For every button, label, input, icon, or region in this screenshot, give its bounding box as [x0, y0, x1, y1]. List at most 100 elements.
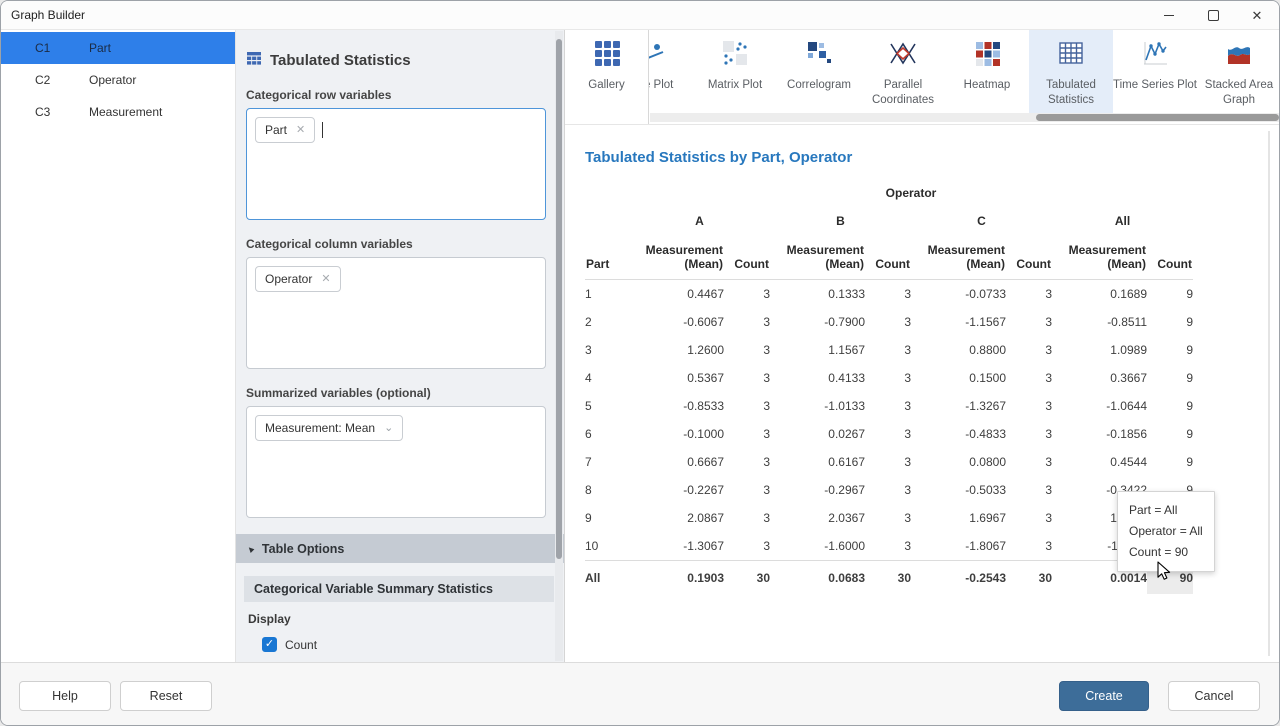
value-cell[interactable]: -0.2967	[770, 476, 865, 504]
value-cell[interactable]: -1.6000	[770, 532, 865, 561]
categorical-column-variables-input[interactable]: Operator✕	[246, 257, 546, 369]
create-button[interactable]: Create	[1059, 681, 1149, 711]
value-cell[interactable]: 3	[865, 308, 911, 336]
value-cell[interactable]: 0.4544	[1052, 448, 1147, 476]
row-label-cell[interactable]: All	[585, 561, 629, 595]
preview-scrollbar-track[interactable]	[1268, 131, 1270, 656]
value-cell[interactable]: 9	[1147, 280, 1193, 309]
value-cell[interactable]: 3	[724, 280, 770, 309]
value-cell[interactable]: 9	[1147, 336, 1193, 364]
gallery-item-tabulated-statistics[interactable]: Tabulated Statistics	[1029, 30, 1113, 114]
value-cell[interactable]: 3	[865, 504, 911, 532]
value-cell[interactable]: 3	[865, 420, 911, 448]
value-cell[interactable]: -1.0133	[770, 392, 865, 420]
gallery-item-stacked-area-graph[interactable]: Stacked Area Graph	[1197, 30, 1279, 114]
value-cell[interactable]: 3	[724, 364, 770, 392]
value-cell[interactable]: 3	[1006, 308, 1052, 336]
value-cell[interactable]: -0.6067	[629, 308, 724, 336]
gallery-item-parallel-coordinates[interactable]: Parallel Coordinates	[861, 30, 945, 114]
value-cell[interactable]: 1.2600	[629, 336, 724, 364]
value-cell[interactable]: 1.0989	[1052, 336, 1147, 364]
value-cell[interactable]: -1.3067	[629, 532, 724, 561]
value-cell[interactable]: 3	[724, 532, 770, 561]
value-cell[interactable]: 2.0867	[629, 504, 724, 532]
table-options-header[interactable]: ▲ Table Options	[236, 534, 564, 563]
gallery-item-gallery[interactable]: Gallery	[565, 30, 649, 124]
value-cell[interactable]: 0.0683	[770, 561, 865, 595]
categorical-row-variables-input[interactable]: Part✕	[246, 108, 546, 220]
gallery-item-time-series-plot[interactable]: Time Series Plot	[1113, 30, 1197, 114]
variable-chip-operator[interactable]: Operator✕	[255, 266, 341, 292]
value-cell[interactable]: -0.8533	[629, 392, 724, 420]
help-button[interactable]: Help	[19, 681, 111, 711]
value-cell[interactable]: -0.2267	[629, 476, 724, 504]
variable-chip-measurement-mean[interactable]: Measurement: Mean⌄	[255, 415, 403, 441]
value-cell[interactable]: -1.3267	[911, 392, 1006, 420]
value-cell[interactable]: 3	[1006, 280, 1052, 309]
value-cell[interactable]: 9	[1147, 448, 1193, 476]
panel-scrollbar[interactable]	[555, 31, 563, 661]
close-button[interactable]: ✕	[1235, 1, 1279, 29]
value-cell[interactable]: 0.6667	[629, 448, 724, 476]
value-cell[interactable]: 30	[1006, 561, 1052, 595]
value-cell[interactable]: -1.0644	[1052, 392, 1147, 420]
value-cell[interactable]: 0.1689	[1052, 280, 1147, 309]
gallery-scrollbar[interactable]	[650, 113, 1279, 122]
row-label-cell[interactable]: 7	[585, 448, 629, 476]
value-cell[interactable]: 9	[1147, 392, 1193, 420]
remove-chip-icon[interactable]: ✕	[321, 274, 330, 285]
row-label-cell[interactable]: 8	[585, 476, 629, 504]
value-cell[interactable]: 3	[865, 336, 911, 364]
value-cell[interactable]: 0.1333	[770, 280, 865, 309]
value-cell[interactable]: 0.5367	[629, 364, 724, 392]
value-cell[interactable]: 3	[724, 336, 770, 364]
value-cell[interactable]: 3	[724, 504, 770, 532]
value-cell[interactable]: 3	[724, 308, 770, 336]
value-cell[interactable]: 3	[1006, 392, 1052, 420]
value-cell[interactable]: 0.8800	[911, 336, 1006, 364]
value-cell[interactable]: -0.5033	[911, 476, 1006, 504]
row-label-cell[interactable]: 3	[585, 336, 629, 364]
gallery-scrollbar-thumb[interactable]	[1036, 114, 1279, 121]
row-label-cell[interactable]: 5	[585, 392, 629, 420]
sidebar-item-operator[interactable]: C2Operator	[1, 64, 235, 96]
value-cell[interactable]: 0.3667	[1052, 364, 1147, 392]
value-cell[interactable]: 3	[865, 392, 911, 420]
gallery-item-line-plot[interactable]: Line Plot	[649, 30, 693, 114]
value-cell[interactable]: 30	[865, 561, 911, 595]
value-cell[interactable]: -0.1856	[1052, 420, 1147, 448]
value-cell[interactable]: 3	[1006, 336, 1052, 364]
variable-chip-part[interactable]: Part✕	[255, 117, 315, 143]
maximize-button[interactable]	[1191, 1, 1235, 29]
value-cell[interactable]: 0.0267	[770, 420, 865, 448]
value-cell[interactable]: 9	[1147, 308, 1193, 336]
value-cell[interactable]: 9	[1147, 420, 1193, 448]
value-cell[interactable]: 1.6967	[911, 504, 1006, 532]
value-cell[interactable]: 0.6167	[770, 448, 865, 476]
value-cell[interactable]: 0.0800	[911, 448, 1006, 476]
panel-scrollbar-thumb[interactable]	[556, 39, 562, 559]
row-label-cell[interactable]: 2	[585, 308, 629, 336]
value-cell[interactable]: -1.8067	[911, 532, 1006, 561]
gallery-item-heatmap[interactable]: Heatmap	[945, 30, 1029, 114]
value-cell[interactable]: 30	[724, 561, 770, 595]
value-cell[interactable]: 3	[1006, 420, 1052, 448]
value-cell[interactable]: 3	[1006, 532, 1052, 561]
row-label-cell[interactable]: 4	[585, 364, 629, 392]
value-cell[interactable]: 3	[724, 448, 770, 476]
row-label-cell[interactable]: 6	[585, 420, 629, 448]
value-cell[interactable]: 9	[1147, 364, 1193, 392]
checkbox-count[interactable]: ✓Count	[262, 637, 546, 652]
gallery-item-correlogram[interactable]: Correlogram	[777, 30, 861, 114]
row-label-cell[interactable]: 1	[585, 280, 629, 309]
value-cell[interactable]: 0.1903	[629, 561, 724, 595]
value-cell[interactable]: -0.8511	[1052, 308, 1147, 336]
minimize-button[interactable]	[1147, 1, 1191, 29]
value-cell[interactable]: 1.1567	[770, 336, 865, 364]
value-cell[interactable]: -0.0733	[911, 280, 1006, 309]
value-cell[interactable]: 3	[724, 476, 770, 504]
value-cell[interactable]: -0.1000	[629, 420, 724, 448]
value-cell[interactable]: 3	[865, 448, 911, 476]
value-cell[interactable]: 3	[865, 532, 911, 561]
gallery-item-matrix-plot[interactable]: Matrix Plot	[693, 30, 777, 114]
